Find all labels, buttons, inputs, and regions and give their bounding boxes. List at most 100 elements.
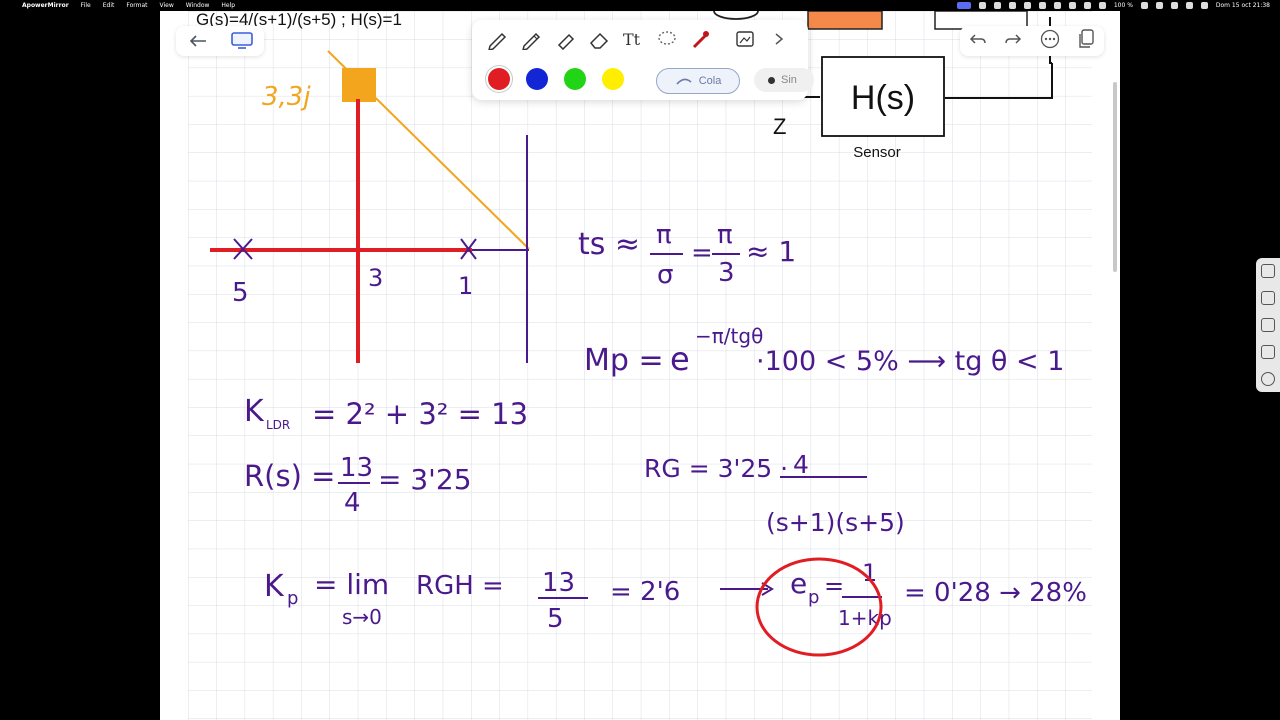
back-button[interactable] [176, 26, 220, 56]
status-icon-c[interactable] [1008, 2, 1016, 9]
laser-pointer-icon [692, 31, 709, 49]
more-button[interactable] [1040, 29, 1060, 54]
ts-pi-2: π [717, 220, 733, 250]
kp-result: = 2'6 [610, 577, 680, 607]
screen-share-icon[interactable] [956, 2, 971, 9]
mirror-side-panel [1256, 258, 1280, 392]
drawing-tools: Tt Cola Sin [472, 20, 814, 100]
stroke-curve-icon [676, 78, 692, 85]
pen-tool[interactable] [482, 26, 512, 52]
ep-den: 1+kp [838, 606, 892, 630]
edit-icon[interactable] [1261, 344, 1275, 359]
kp-den: 5 [547, 604, 564, 634]
notes-canvas[interactable]: G(s)=4/(s+1)/(s+5) ; H(s)=1 H(s) Z Senso… [160, 11, 1120, 720]
right-toolbar [960, 26, 1104, 56]
color-green[interactable] [564, 68, 586, 90]
menu-window[interactable]: Window [186, 0, 210, 11]
scrollbar[interactable] [1113, 82, 1117, 272]
status-icon-e[interactable] [1038, 2, 1046, 9]
clock[interactable]: Dom 15 oct 21:38 [1216, 0, 1270, 11]
orange-block [807, 11, 883, 30]
color-yellow[interactable] [602, 68, 624, 90]
ts-lhs: ts ≈ [578, 227, 640, 262]
laser-tool[interactable] [686, 26, 716, 52]
status-icon-b[interactable] [993, 2, 1001, 9]
wifi-icon[interactable] [1155, 2, 1163, 9]
menu-format[interactable]: Format [126, 0, 147, 11]
axis-label-1: 1 [458, 272, 473, 300]
screen-icon [231, 32, 253, 49]
redo-button[interactable] [1004, 32, 1022, 51]
bluetooth-icon[interactable] [1083, 2, 1091, 9]
z-label: Z [773, 114, 786, 139]
chevron-right-icon [775, 33, 784, 45]
sensor-caption: Sensor [853, 144, 901, 161]
lasso-tool[interactable] [652, 26, 682, 52]
status-icon-f[interactable] [1053, 2, 1061, 9]
color-red[interactable] [488, 68, 510, 90]
ts-three: 3 [718, 258, 735, 288]
more-tools-button[interactable] [764, 26, 794, 52]
color-blue[interactable] [526, 68, 548, 90]
battery-icon[interactable] [1140, 2, 1148, 9]
image-tool[interactable] [730, 26, 760, 52]
pen-icon [488, 32, 507, 50]
kp-k: K [264, 569, 285, 604]
kp-sub: p [287, 588, 298, 609]
highlighter-tool[interactable] [550, 26, 580, 52]
canvas-svg: G(s)=4/(s+1)/(s+5) ; H(s)=1 H(s) Z Senso… [188, 11, 1092, 720]
kp-lim-sub: s→0 [342, 605, 382, 629]
svg-text:Tt: Tt [623, 30, 641, 49]
menu-view[interactable]: View [160, 0, 174, 11]
more-icon [1040, 29, 1059, 48]
pole-point-label: 3,3j [262, 82, 311, 112]
expand-icon[interactable] [1261, 264, 1275, 279]
eraser-tool[interactable] [584, 26, 614, 52]
camera-icon[interactable] [1261, 291, 1275, 306]
kp-rgh: RGH = [416, 571, 504, 601]
undo-button[interactable] [969, 32, 987, 51]
siri-icon[interactable] [1200, 2, 1208, 9]
r-lhs: R(s) = [244, 459, 335, 493]
pencil-tool[interactable] [516, 26, 546, 52]
control-center-icon[interactable] [1185, 2, 1193, 9]
search-icon[interactable] [1170, 2, 1178, 9]
eraser-icon [589, 32, 609, 49]
ts-sigma: σ [657, 260, 673, 290]
battery-level: 100 % [1113, 2, 1133, 9]
copy-button[interactable] [1077, 28, 1095, 54]
left-toolbar [176, 26, 264, 56]
ep-eq: = [824, 572, 844, 600]
volume-icon[interactable] [1098, 2, 1106, 9]
mp-lhs: Mp = [584, 343, 664, 378]
arrow-left-icon [189, 35, 206, 47]
screen-button[interactable] [220, 26, 264, 56]
mp-exponent: −π/tgθ [695, 324, 763, 348]
tail-toggle[interactable]: Cola [656, 68, 740, 94]
image-scan-icon [736, 31, 754, 47]
pencil-icon [522, 32, 541, 50]
status-icon-g[interactable] [1068, 2, 1076, 9]
menu-help[interactable]: Help [221, 0, 235, 11]
rg-lhs: RG = 3'25 · [644, 454, 788, 483]
copy-icon [1079, 28, 1094, 48]
kp-num: 13 [542, 568, 575, 598]
rotate-icon[interactable] [1261, 371, 1275, 386]
ts-eq: = [691, 238, 713, 268]
menu-edit[interactable]: Edit [103, 0, 115, 11]
status-icon-a[interactable] [978, 2, 986, 9]
mp-e: e [670, 340, 690, 378]
ts-pi-1: π [656, 220, 672, 250]
text-tool[interactable]: Tt [618, 26, 648, 52]
app-name[interactable]: ApowerMirror [22, 0, 69, 11]
undo-icon [969, 33, 986, 44]
thickness-toggle[interactable]: Sin [754, 68, 814, 92]
redo-icon [1005, 33, 1022, 44]
ep-result: = 0'28 → 28% [904, 578, 1087, 608]
record-icon[interactable] [1261, 317, 1275, 332]
menu-file[interactable]: File [81, 0, 91, 11]
rg-den: (s+1)(s+5) [766, 508, 905, 537]
status-icon-d[interactable] [1023, 2, 1031, 9]
lasso-icon [658, 31, 676, 45]
axis-label-5: 5 [232, 278, 249, 308]
